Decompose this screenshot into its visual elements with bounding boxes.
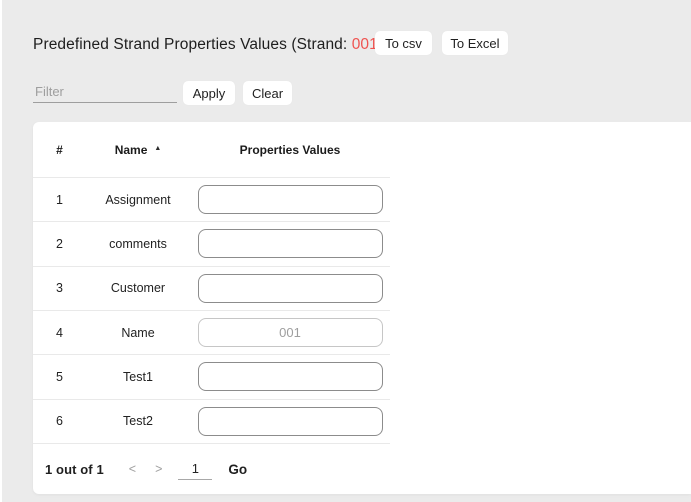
row-name: Test1 — [86, 370, 190, 384]
table-row: 6Test2 — [33, 399, 390, 443]
property-value-input[interactable] — [198, 407, 383, 436]
prev-page-button[interactable]: < — [129, 462, 136, 476]
column-header-name[interactable]: Name ▲ — [86, 143, 190, 157]
go-button[interactable]: Go — [228, 462, 247, 477]
row-number: 2 — [33, 237, 86, 251]
table-row: 5Test1 — [33, 354, 390, 398]
window-left-edge — [0, 0, 2, 502]
sort-ascending-icon: ▲ — [154, 145, 161, 152]
next-page-button[interactable]: > — [155, 462, 162, 476]
row-value-cell — [190, 407, 390, 436]
row-name: comments — [86, 237, 190, 251]
table-card: # Name ▲ Properties Values 1Assignment2c… — [33, 122, 691, 494]
apply-button[interactable]: Apply — [183, 81, 235, 105]
table-row: 2comments — [33, 221, 390, 265]
strand-number: 001 — [352, 36, 378, 53]
row-value-cell — [190, 362, 390, 391]
column-header-properties-values: Properties Values — [190, 143, 390, 157]
row-name: Test2 — [86, 414, 190, 428]
row-value-cell — [190, 185, 390, 214]
row-value-cell — [190, 318, 390, 347]
table-body: 1Assignment2comments3Customer4Name5Test1… — [33, 177, 691, 443]
filter-input[interactable] — [33, 81, 177, 103]
row-number: 5 — [33, 370, 86, 384]
row-name: Customer — [86, 281, 190, 295]
row-number: 4 — [33, 326, 86, 340]
table-header-row: # Name ▲ Properties Values — [33, 122, 390, 177]
row-number: 3 — [33, 281, 86, 295]
property-value-input[interactable] — [198, 362, 383, 391]
column-header-name-label: Name — [115, 143, 148, 157]
clear-button[interactable]: Clear — [243, 81, 292, 105]
page-title: Predefined Strand Properties Values (Str… — [33, 36, 383, 54]
property-value-input[interactable] — [198, 185, 383, 214]
row-value-cell — [190, 229, 390, 258]
table-row: 4Name — [33, 310, 390, 354]
to-csv-button[interactable]: To csv — [375, 31, 432, 55]
row-name: Name — [86, 326, 190, 340]
page: Predefined Strand Properties Values (Str… — [0, 0, 691, 502]
property-value-input[interactable] — [198, 274, 383, 303]
page-number-input[interactable] — [178, 458, 212, 480]
pagination: 1 out of 1 < > Go — [33, 443, 390, 494]
property-value-input[interactable] — [198, 229, 383, 258]
page-summary: 1 out of 1 — [45, 462, 104, 477]
row-number: 6 — [33, 414, 86, 428]
table-row: 3Customer — [33, 266, 390, 310]
column-header-index: # — [33, 143, 86, 157]
title-text: Predefined Strand Properties Values (Str… — [33, 36, 352, 53]
property-value-input — [198, 318, 383, 347]
row-value-cell — [190, 274, 390, 303]
row-number: 1 — [33, 193, 86, 207]
to-excel-button[interactable]: To Excel — [442, 31, 508, 55]
row-name: Assignment — [86, 193, 190, 207]
table-row: 1Assignment — [33, 177, 390, 221]
